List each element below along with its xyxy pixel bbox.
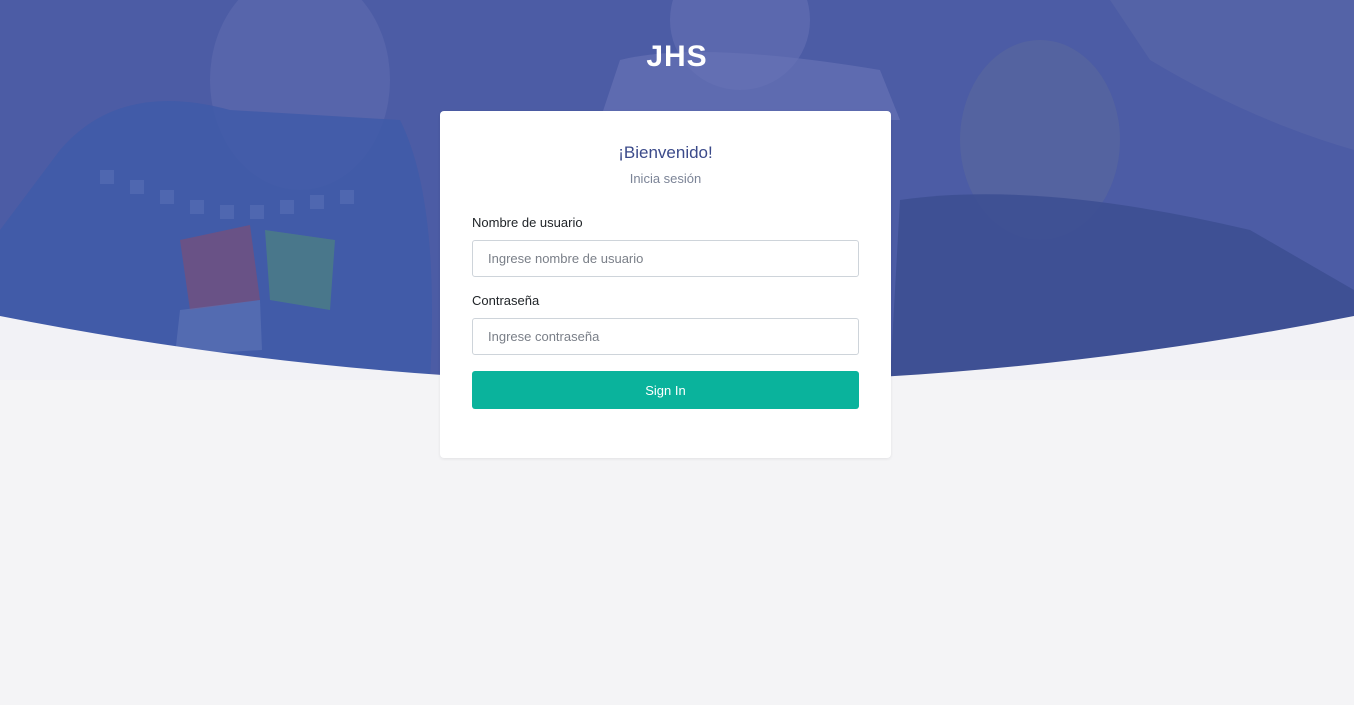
login-subtitle: Inicia sesión [629, 171, 702, 186]
username-label: Nombre de usuario [472, 215, 583, 230]
password-input[interactable] [472, 318, 859, 355]
password-label: Contraseña [472, 293, 540, 308]
sign-in-button[interactable]: Sign In [472, 371, 859, 409]
login-card: ¡Bienvenido! Inicia sesión Nombre de usu… [440, 111, 891, 458]
username-input[interactable] [472, 240, 859, 277]
brand-logo: JHS [646, 40, 708, 73]
welcome-heading: ¡Bienvenido! [618, 143, 713, 162]
